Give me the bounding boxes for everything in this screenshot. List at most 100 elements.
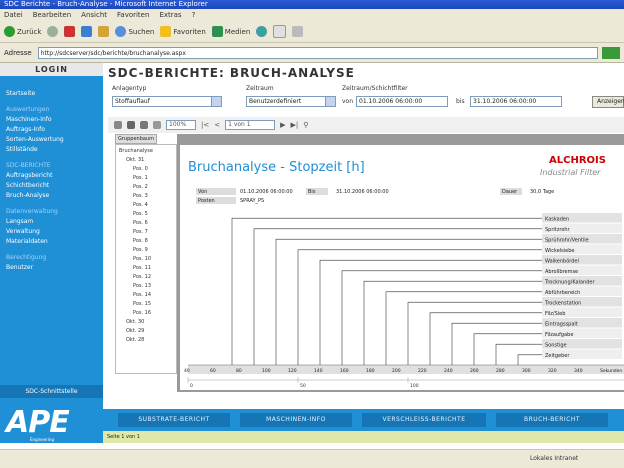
first-page-icon[interactable]: |< (201, 121, 209, 129)
menu-help[interactable]: ? (192, 9, 196, 21)
category-label: Abführbereich (545, 290, 580, 296)
next-page-icon[interactable]: ▶ (280, 121, 285, 129)
last-page-icon[interactable]: ▶| (291, 121, 299, 129)
brand-name: ALCHROIS (549, 155, 606, 166)
category-label: Walkenbördel (545, 258, 579, 264)
back-arrow-icon (4, 26, 15, 37)
tab-substrate[interactable]: SUBSTRATE-BERICHT (118, 413, 230, 427)
machine-select[interactable]: Stoffauflauf (112, 96, 222, 107)
sidebar-item[interactable]: Auftragsbericht (6, 172, 52, 180)
to-date-input[interactable]: 31.10.2006 06:00:00 (470, 96, 562, 107)
menu-datei[interactable]: Datei (4, 9, 23, 21)
from-label: von (342, 98, 354, 105)
sidebar-item[interactable]: Langsam (6, 218, 33, 226)
sidebar-item[interactable]: Bruch-Analyse (6, 192, 49, 200)
tab-maschinen[interactable]: MASCHINEN-INFO (240, 413, 352, 427)
media-icon (211, 26, 223, 37)
tree-node[interactable]: Pos. 13 (133, 283, 151, 289)
tab-verschleiss[interactable]: VERSCHLEISS-BERICHTE (362, 413, 486, 427)
tree-node[interactable]: Pos. 11 (133, 265, 151, 271)
menu-bearbeiten[interactable]: Bearbeiten (33, 9, 71, 21)
tree-node[interactable]: Okt. 28 (126, 337, 144, 343)
sidebar-item: SDC-BERICHTE (6, 162, 51, 169)
sidebar-item[interactable]: Stillstände (6, 146, 38, 154)
tree-node[interactable]: Pos. 9 (133, 247, 148, 253)
category-label: Kaskaden (545, 216, 569, 222)
tree-node[interactable]: Pos. 14 (133, 292, 151, 298)
tree-node[interactable]: Okt. 29 (126, 328, 144, 334)
tree-node[interactable]: Pos. 15 (133, 301, 151, 307)
sidebar-item[interactable]: Sorten-Auswertung (6, 136, 64, 144)
tree-node[interactable]: Pos. 2 (133, 184, 148, 190)
page-input[interactable]: 1 von 1 (225, 120, 276, 130)
address-input[interactable]: http://sdcserver/sdc/berichte/bruchanaly… (37, 46, 598, 59)
media-button[interactable]: Medien (211, 26, 250, 37)
sidebar-login[interactable]: LOGIN (0, 63, 103, 76)
star-icon (160, 26, 172, 37)
tick-label: 240 (444, 368, 453, 374)
refresh-icon[interactable] (81, 26, 93, 37)
tab-bruch[interactable]: BRUCH-BERICHT (496, 413, 608, 427)
sidebar-item[interactable]: Benutzer (6, 264, 33, 272)
home-icon[interactable] (98, 26, 110, 37)
browser-toolbar: Zurück Suchen Favoriten Medien (0, 21, 624, 43)
tree-node[interactable]: Pos. 5 (133, 211, 148, 217)
tree-node[interactable]: Pos. 7 (133, 229, 148, 235)
sidebar-item[interactable]: Auftrags-Info (6, 126, 45, 134)
from-date-input[interactable]: 01.10.2006 06:00:00 (356, 96, 448, 107)
refresh-icon[interactable] (140, 121, 148, 129)
prev-page-icon[interactable]: < (214, 121, 220, 129)
tree-node[interactable]: Pos. 6 (133, 220, 148, 226)
group-tree-tab[interactable]: Gruppenbaum (115, 134, 157, 144)
brand-tagline: Industrial Filter (540, 168, 601, 177)
sidebar-item: Datenverwaltung (6, 208, 58, 215)
bruch-chart: Kaskaden Spritzrohr Sprührohr/Ventile Wicke… (184, 213, 624, 389)
tree-toggle-icon[interactable] (153, 121, 161, 129)
tree-node[interactable]: Pos. 3 (133, 193, 148, 199)
address-label: Adresse (4, 48, 32, 57)
sidebar-item[interactable]: Startseite (6, 90, 35, 98)
period-select[interactable]: Benutzerdefiniert (246, 96, 336, 107)
category-label: Spritzrohr (545, 227, 571, 233)
menu-favoriten[interactable]: Favoriten (117, 9, 149, 21)
tree-node[interactable]: Pos. 10 (133, 256, 151, 262)
go-button[interactable] (601, 46, 620, 59)
print-icon[interactable] (114, 121, 122, 129)
sidebar-item[interactable]: Verwaltung (6, 228, 40, 236)
report-toolbar: 100% |< < 1 von 1 ▶ ▶| ⚲ (108, 117, 624, 133)
stop-icon[interactable] (64, 26, 76, 37)
tree-node[interactable]: Pos. 16 (133, 310, 151, 316)
tree-node[interactable]: Pos. 0 (133, 166, 148, 172)
tree-node[interactable]: Bruchanalyse (119, 148, 153, 154)
tree-node[interactable]: Pos. 8 (133, 238, 148, 244)
back-button[interactable]: Zurück (4, 26, 41, 37)
show-button[interactable]: Anzeigen (592, 96, 624, 108)
menu-ansicht[interactable]: Ansicht (81, 9, 107, 21)
tree-node[interactable]: Pos. 12 (133, 274, 151, 280)
tick-label: 40 (184, 368, 190, 374)
sidebar-item[interactable]: Maschinen-Info (6, 116, 52, 124)
forward-arrow-icon[interactable] (47, 26, 59, 37)
to-label: bis (456, 98, 465, 105)
tree-node[interactable]: Okt. 31 (126, 157, 144, 163)
tick-label: 60 (210, 368, 216, 374)
group-tree: Bruchanalyse Okt. 31 Pos. 0 Pos. 1 Pos. 2 Pos… (115, 144, 177, 374)
machine-label: Anlagentyp (112, 85, 147, 92)
connector-line (473, 333, 542, 365)
tree-node[interactable]: Okt. 30 (126, 319, 144, 325)
search-icon[interactable]: ⚲ (303, 121, 308, 129)
chevron-down-icon (325, 97, 335, 106)
search-button[interactable]: Suchen (115, 26, 154, 37)
export-icon[interactable] (127, 121, 135, 129)
menu-extras[interactable]: Extras (159, 9, 181, 21)
zoom-select[interactable]: 100% (166, 120, 196, 130)
favorites-button[interactable]: Favoriten (160, 26, 206, 37)
sidebar-item[interactable]: Schichtbericht (6, 182, 49, 190)
tree-node[interactable]: Pos. 4 (133, 202, 148, 208)
history-icon[interactable] (256, 26, 268, 37)
sidebar-item[interactable]: Materialdaten (6, 238, 48, 246)
tree-node[interactable]: Pos. 1 (133, 175, 148, 181)
mail-icon[interactable] (273, 25, 287, 38)
print-icon[interactable] (292, 26, 304, 37)
sidebar-footer-link[interactable]: SDC-Schnittstelle (0, 385, 103, 398)
